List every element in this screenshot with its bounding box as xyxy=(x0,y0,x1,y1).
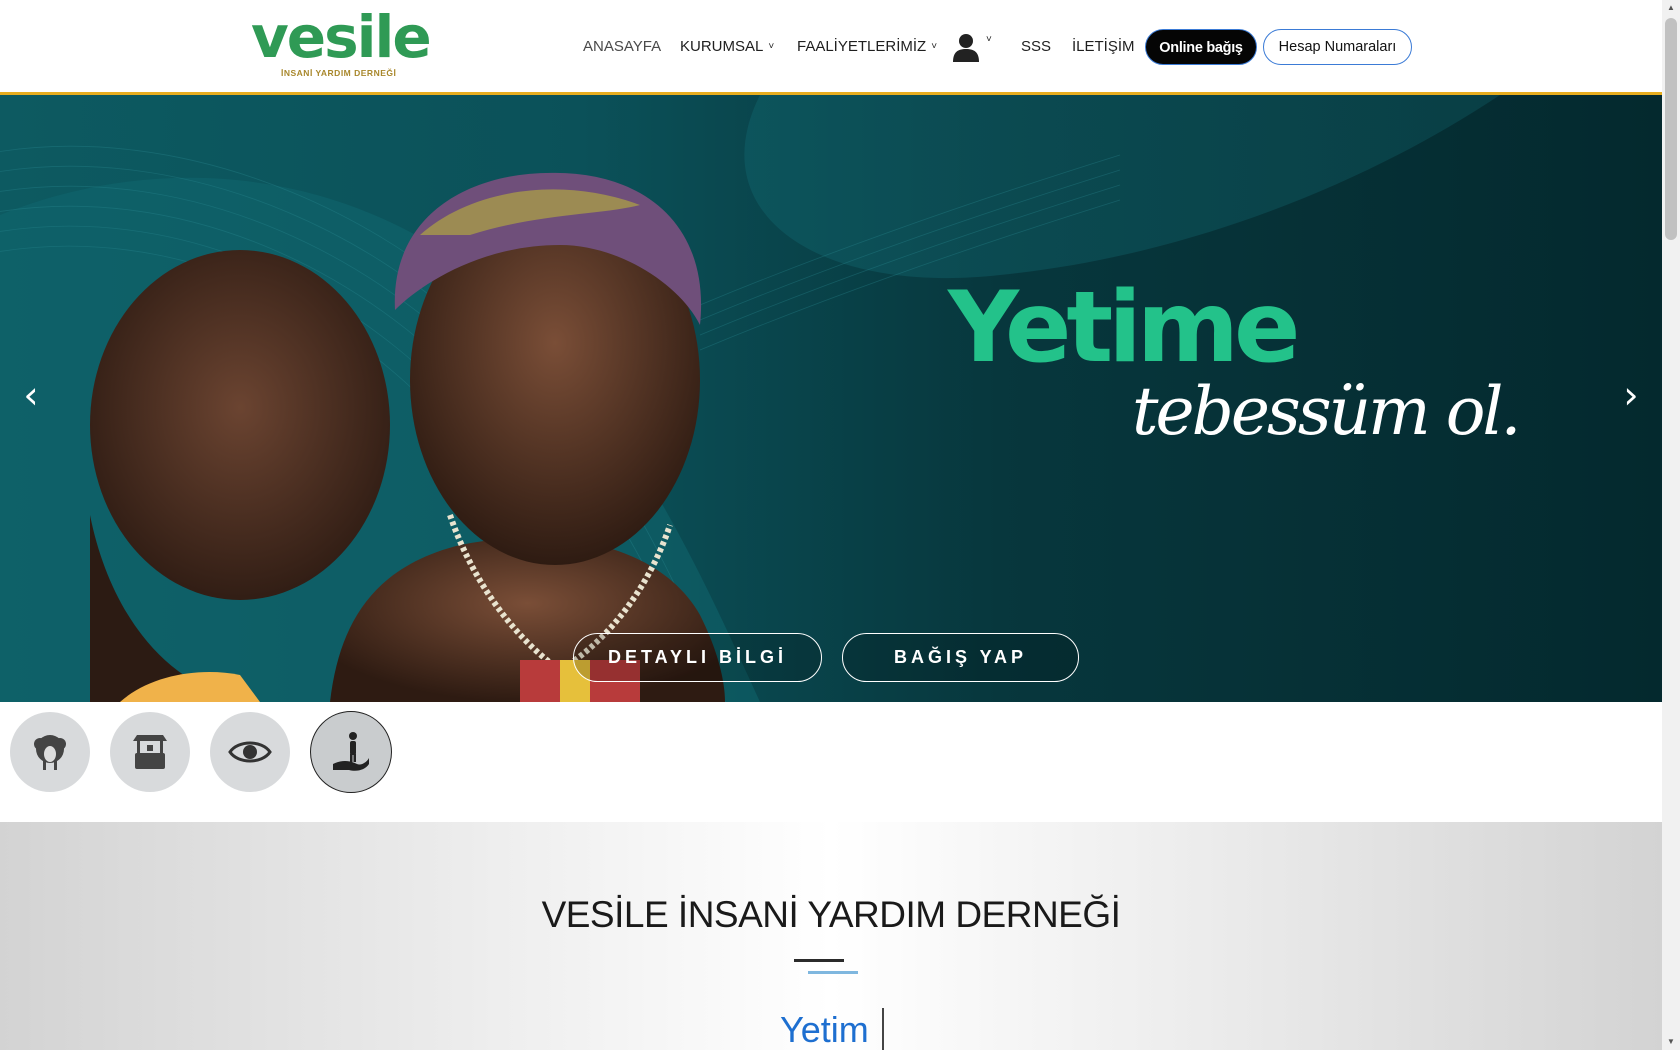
nav-item-label: İLETİŞİM xyxy=(1072,38,1135,55)
water-well-icon xyxy=(133,735,167,769)
nav-item-anasayfa[interactable]: ANASAYFA xyxy=(583,28,661,66)
title-divider-accent xyxy=(808,971,858,974)
category-orphan[interactable] xyxy=(310,711,392,793)
chevron-right-icon[interactable]: › xyxy=(1616,375,1646,415)
details-button[interactable]: DETAYLI BİLGİ xyxy=(573,633,822,682)
category-water-well[interactable] xyxy=(110,712,190,792)
logo-wordmark: vesile xyxy=(251,3,432,71)
page-scrollbar[interactable]: ▲ ▼ xyxy=(1662,0,1680,1050)
chevron-down-icon: ˅ xyxy=(986,34,992,45)
nav-item-label: ANASAYFA xyxy=(583,38,662,55)
slide-title: Yetime xyxy=(948,271,1300,385)
chevron-down-icon: ˅ xyxy=(931,41,938,53)
user-icon xyxy=(953,34,979,62)
bank-accounts-button[interactable]: Hesap Numaraları xyxy=(1263,29,1412,65)
child-hand-icon xyxy=(333,732,369,771)
nav-item-label: SSS xyxy=(1021,38,1052,55)
nav-item-sss[interactable]: SSS xyxy=(1021,28,1051,66)
donate-button[interactable]: BAĞIŞ YAP xyxy=(842,633,1079,682)
chevron-down-icon: ˅ xyxy=(768,41,775,53)
category-sheep[interactable] xyxy=(10,712,90,792)
typing-caret xyxy=(882,1008,884,1050)
logo-tagline: İNSANİ YARDIM DERNEĞİ xyxy=(281,68,397,78)
section-title: VESİLE İNSANİ YARDIM DERNEĞİ xyxy=(541,894,1121,935)
site-header: vesile İNSANİ YARDIM DERNEĞİ ANASAYFA KU… xyxy=(0,0,1662,95)
nav-item-label: KURUMSAL xyxy=(680,38,764,55)
site-logo[interactable]: vesile İNSANİ YARDIM DERNEĞİ xyxy=(251,3,432,82)
scrollbar-thumb[interactable] xyxy=(1665,18,1677,240)
slide-script-text: tebessüm ol. xyxy=(1132,373,1522,450)
hero-slider: Yetime tebessüm ol. ‹ › DETAYLI BİLGİ BA… xyxy=(0,95,1662,702)
about-section: VESİLE İNSANİ YARDIM DERNEĞİ Yetim xyxy=(0,822,1662,1050)
title-divider xyxy=(794,959,844,962)
scroll-down-icon[interactable]: ▼ xyxy=(1662,1034,1680,1050)
eye-icon xyxy=(228,741,272,763)
sheep-icon xyxy=(34,735,66,770)
nav-item-kurumsal[interactable]: KURUMSAL ˅ xyxy=(680,28,774,66)
category-eye[interactable] xyxy=(210,712,290,792)
nav-item-faaliyetlerimiz[interactable]: FAALİYETLERİMİZ ˅ xyxy=(797,28,937,66)
online-donation-button[interactable]: Online bağış xyxy=(1145,29,1257,65)
typed-keyword: Yetim xyxy=(780,1009,869,1050)
chevron-left-icon[interactable]: ‹ xyxy=(16,375,46,415)
nav-item-iletisim[interactable]: İLETİŞİM xyxy=(1072,28,1135,66)
nav-item-label: FAALİYETLERİMİZ xyxy=(797,38,927,55)
user-menu[interactable]: ˅ xyxy=(952,28,1000,66)
scroll-up-icon[interactable]: ▲ xyxy=(1662,0,1680,16)
